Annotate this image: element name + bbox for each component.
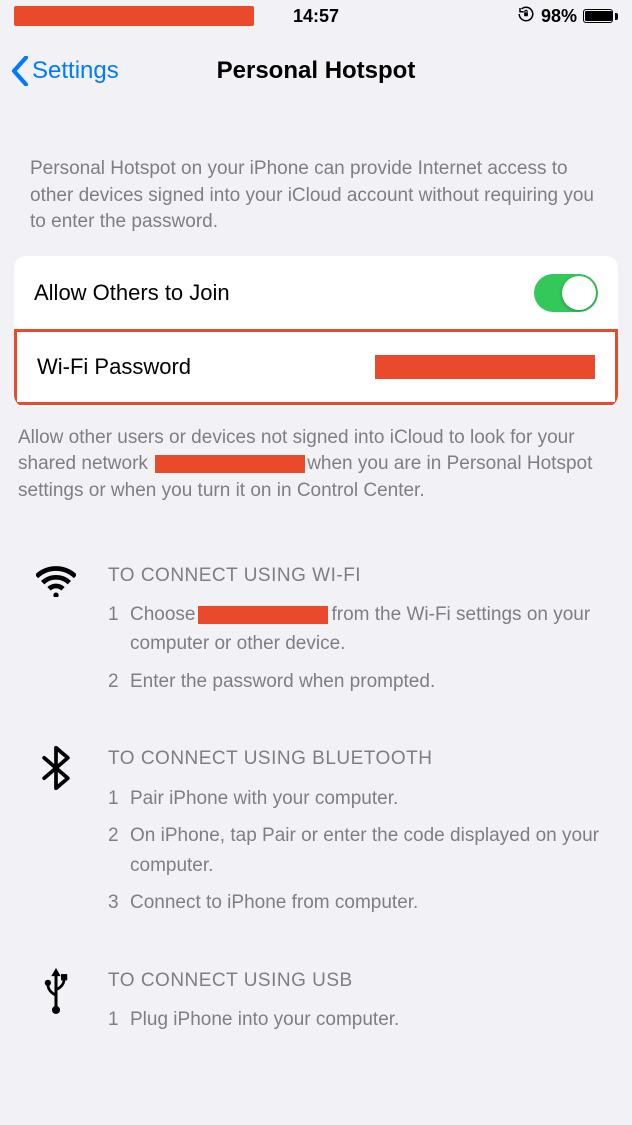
page-title: Personal Hotspot xyxy=(0,57,632,85)
hero-description: Personal Hotspot on your iPhone can prov… xyxy=(0,100,632,256)
bt-step1-text: Pair iPhone with your computer. xyxy=(130,784,398,813)
wifi-step1-a: Choose xyxy=(130,604,196,625)
status-time: 14:57 xyxy=(0,6,632,27)
bt-step-3: 3 Connect to iPhone from computer. xyxy=(108,888,612,917)
battery-icon xyxy=(583,9,618,23)
bluetooth-instructions-title: TO CONNECT USING BLUETOOTH xyxy=(108,744,612,773)
allow-others-toggle[interactable] xyxy=(534,274,598,312)
status-bar: 14:57 98% xyxy=(0,0,632,28)
wifi-icon xyxy=(34,561,78,705)
usb-step-1: 1 Plug iPhone into your computer. xyxy=(108,1005,612,1034)
wifi-instructions-title: TO CONNECT USING WI-FI xyxy=(108,561,612,590)
step-number: 1 xyxy=(108,1005,122,1034)
instructions: TO CONNECT USING WI-FI 1 Choosefrom the … xyxy=(0,505,632,1043)
footer-description: Allow other users or devices not signed … xyxy=(0,407,632,505)
step-number: 1 xyxy=(108,784,122,813)
usb-step1-text: Plug iPhone into your computer. xyxy=(130,1005,399,1034)
wifi-password-label: Wi-Fi Password xyxy=(37,354,191,380)
step-number: 2 xyxy=(108,821,122,880)
step-number: 1 xyxy=(108,600,122,659)
wifi-step-2: 2 Enter the password when prompted. xyxy=(108,667,612,696)
bt-step2-text: On iPhone, tap Pair or enter the code di… xyxy=(130,821,612,880)
allow-others-row[interactable]: Allow Others to Join xyxy=(14,256,618,330)
redacted-password xyxy=(375,355,595,379)
bluetooth-icon xyxy=(34,744,78,925)
wifi-step2-text: Enter the password when prompted. xyxy=(130,667,435,696)
toggle-knob xyxy=(562,276,596,310)
wifi-step-1: 1 Choosefrom the Wi-Fi settings on your … xyxy=(108,600,612,659)
step-number: 2 xyxy=(108,667,122,696)
allow-others-label: Allow Others to Join xyxy=(34,280,230,306)
bt-step-2: 2 On iPhone, tap Pair or enter the code … xyxy=(108,821,612,880)
wifi-instructions: TO CONNECT USING WI-FI 1 Choosefrom the … xyxy=(34,561,612,705)
nav-bar: Settings Personal Hotspot xyxy=(0,42,632,100)
bt-step-1: 1 Pair iPhone with your computer. xyxy=(108,784,612,813)
wifi-password-highlight: Wi-Fi Password xyxy=(14,329,618,405)
usb-icon xyxy=(34,966,78,1043)
settings-card: Allow Others to Join Wi-Fi Password xyxy=(14,256,618,407)
wifi-password-row[interactable]: Wi-Fi Password xyxy=(17,332,615,402)
usb-instructions: TO CONNECT USING USB 1 Plug iPhone into … xyxy=(34,966,612,1043)
usb-instructions-title: TO CONNECT USING USB xyxy=(108,966,612,995)
bt-step3-text: Connect to iPhone from computer. xyxy=(130,888,418,917)
redacted-network-name xyxy=(155,455,305,473)
step-number: 3 xyxy=(108,888,122,917)
bluetooth-instructions: TO CONNECT USING BLUETOOTH 1 Pair iPhone… xyxy=(34,744,612,925)
redacted-ssid xyxy=(198,606,328,624)
